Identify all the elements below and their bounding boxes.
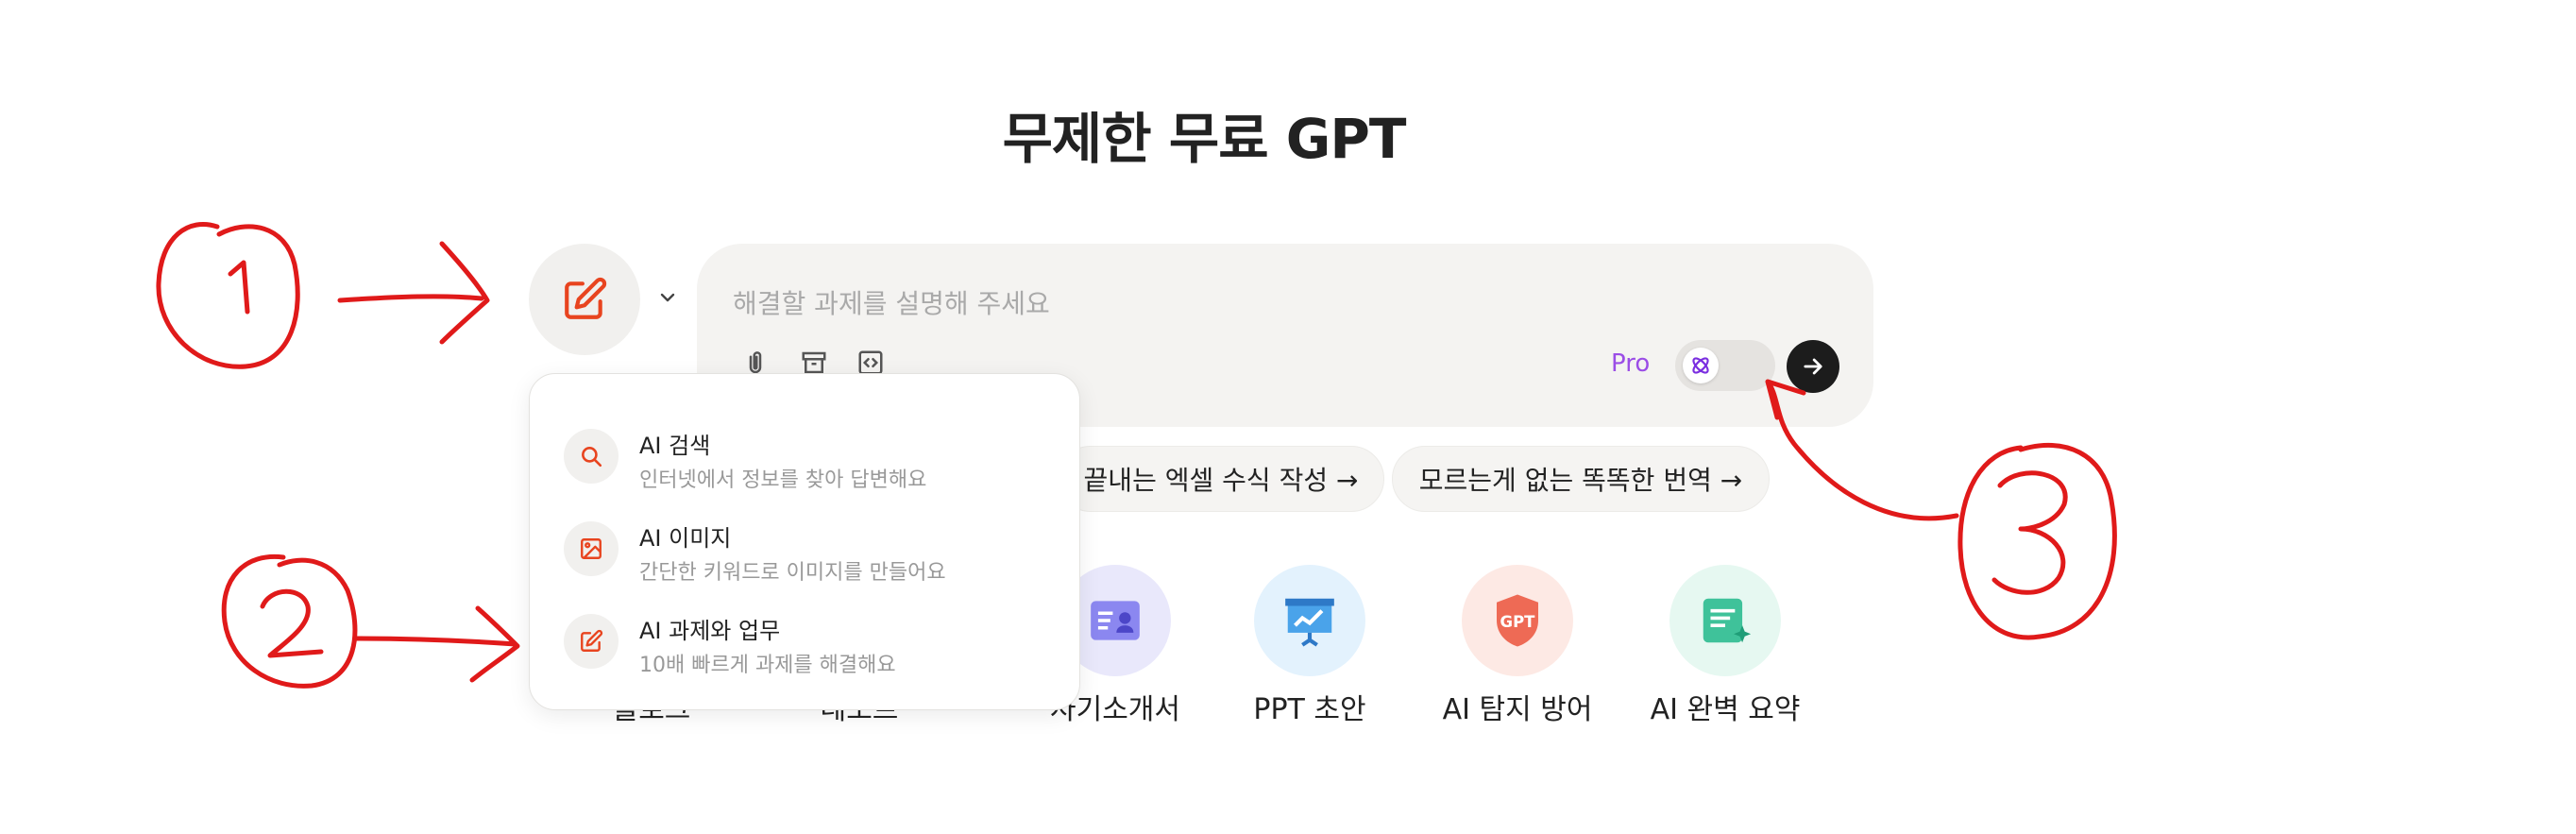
suggestion-chip-translate[interactable]: 모르는게 없는 똑똑한 번역 → <box>1392 446 1770 512</box>
suggestion-chip-excel[interactable]: 끝내는 엑셀 수식 작성 → <box>1058 446 1384 512</box>
shield-gpt-icon: GPT <box>1497 594 1538 647</box>
mode-dropdown-menu: AI 검색 인터넷에서 정보를 찾아 답변해요 AI 이미지 간단한 키워드로 … <box>529 373 1080 710</box>
prompt-input[interactable] <box>733 281 1583 325</box>
resume-icon <box>1091 601 1140 640</box>
tile-summary[interactable] <box>1669 565 1781 676</box>
atom-icon <box>1683 348 1719 383</box>
menu-item-desc: 10배 빠르게 과제를 해결해요 <box>639 654 896 677</box>
annotation-numeral-3 <box>1991 470 2068 595</box>
annotation-numeral-2 <box>260 588 324 658</box>
image-icon <box>564 521 619 576</box>
menu-item-title: AI 검색 <box>639 433 711 459</box>
pro-label: Pro <box>1611 349 1651 378</box>
menu-item-title: AI 이미지 <box>639 525 732 552</box>
menu-item-ai-search[interactable]: AI 검색 인터넷에서 정보를 찾아 답변해요 <box>564 421 1055 497</box>
tile-label-ppt: PPT 초안 <box>1253 693 1366 726</box>
send-button[interactable] <box>1787 340 1839 393</box>
pro-toggle[interactable] <box>1675 340 1775 391</box>
menu-item-desc: 인터넷에서 정보를 찾아 답변해요 <box>639 468 927 492</box>
page-title: 무제한 무료 GPT <box>1002 107 1407 171</box>
annotation-numeral-1 <box>228 260 250 315</box>
mode-select-button[interactable] <box>529 244 640 355</box>
menu-item-ai-image[interactable]: AI 이미지 간단한 키워드로 이미지를 만들어요 <box>564 514 1055 589</box>
chevron-down-icon[interactable] <box>653 283 682 312</box>
tile-ai-detect[interactable]: GPT <box>1462 565 1573 676</box>
tile-label-ai-detect: AI 탐지 방어 <box>1442 693 1593 726</box>
tile-label-summary: AI 완벽 요약 <box>1650 693 1801 726</box>
edit-icon <box>564 614 619 669</box>
annotation-circle-2 <box>221 553 358 689</box>
presentation-icon <box>1285 598 1334 647</box>
arrow-right-icon <box>1804 358 1822 375</box>
search-icon <box>564 429 619 484</box>
annotation-arrow-2 <box>352 605 520 683</box>
svg-text:GPT: GPT <box>1500 613 1536 631</box>
menu-item-title: AI 과제와 업무 <box>639 618 781 644</box>
edit-icon <box>565 277 607 319</box>
menu-item-ai-task[interactable]: AI 과제와 업무 10배 빠르게 과제를 해결해요 <box>564 606 1055 682</box>
summary-icon <box>1703 598 1752 643</box>
annotation-circle-1 <box>156 222 300 369</box>
menu-item-desc: 간단한 키워드로 이미지를 만들어요 <box>639 561 946 585</box>
tile-ppt[interactable] <box>1254 565 1365 676</box>
annotation-arrow-1 <box>337 241 490 345</box>
annotation-circle-3 <box>1957 442 2117 640</box>
